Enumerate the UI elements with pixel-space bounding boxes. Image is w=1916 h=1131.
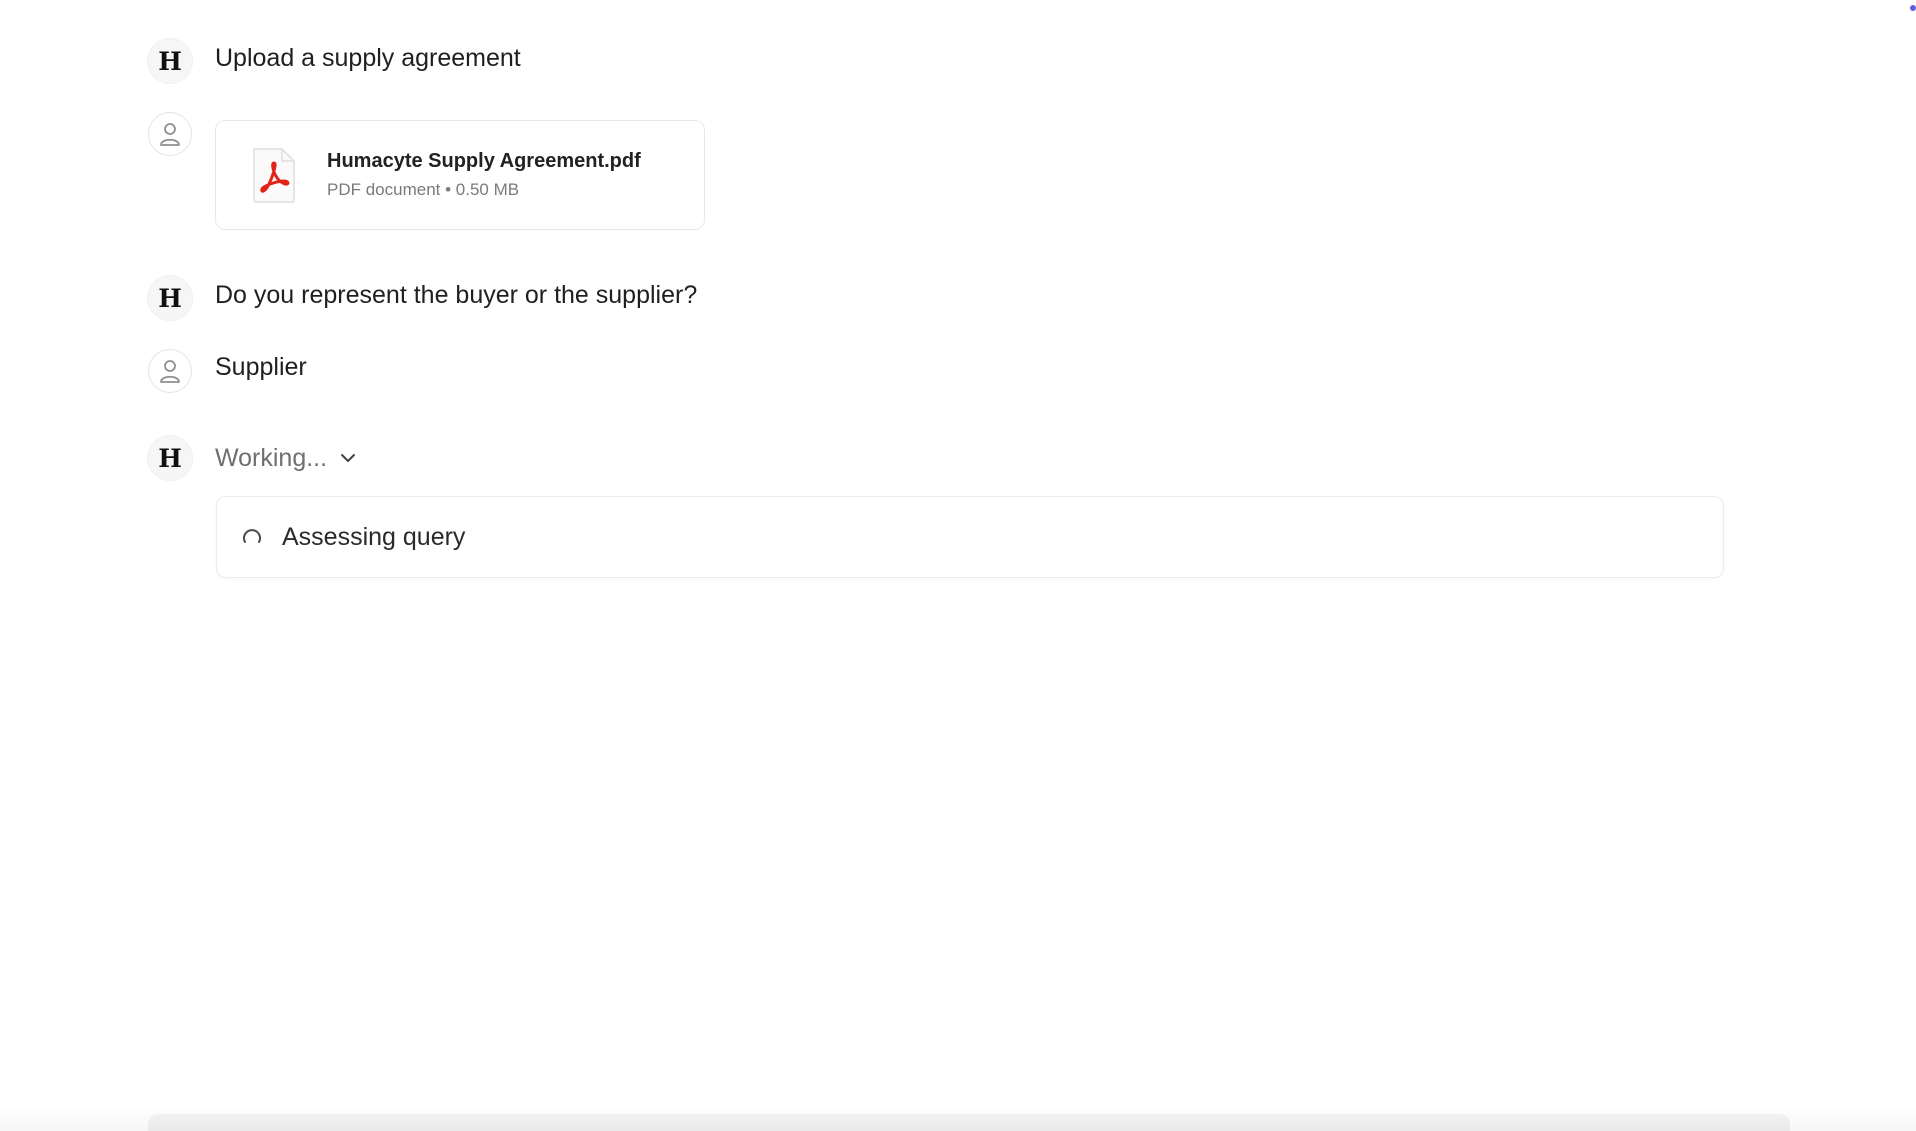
file-name: Humacyte Supply Agreement.pdf <box>327 150 641 172</box>
assistant-message: H Upload a supply agreement <box>148 39 521 83</box>
status-dot <box>1910 5 1916 11</box>
chat-page: H Upload a supply agreement Humacyte Sup… <box>0 0 1916 1131</box>
chevron-down-icon[interactable] <box>339 449 357 467</box>
assistant-message: H Working... <box>148 436 357 480</box>
assistant-avatar: H <box>148 39 192 83</box>
working-label: Working... <box>215 443 328 472</box>
user-message: Supplier <box>148 349 307 393</box>
assistant-avatar-letter: H <box>158 443 182 473</box>
assistant-message: H Do you represent the buyer or the supp… <box>148 276 697 320</box>
pdf-icon <box>253 148 295 203</box>
assistant-avatar-letter: H <box>158 283 182 313</box>
assistant-message-text: Do you represent the buyer or the suppli… <box>215 281 698 309</box>
user-message: Humacyte Supply Agreement.pdf PDF docume… <box>148 112 705 230</box>
file-meta: PDF document • 0.50 MB <box>327 180 520 199</box>
assistant-avatar: H <box>148 276 192 320</box>
user-avatar <box>148 349 192 393</box>
user-icon <box>160 123 180 146</box>
user-icon <box>160 360 180 383</box>
assistant-avatar: H <box>148 436 192 480</box>
status-card: Assessing query <box>216 496 1724 578</box>
file-attachment-card[interactable]: Humacyte Supply Agreement.pdf PDF docume… <box>215 120 705 230</box>
assistant-message-text: Upload a supply agreement <box>215 44 521 72</box>
assistant-avatar-letter: H <box>158 46 182 76</box>
user-avatar <box>148 112 192 156</box>
chat-input-bar[interactable] <box>148 1114 1790 1131</box>
user-message-text: Supplier <box>215 353 307 381</box>
status-text: Assessing query <box>282 522 466 551</box>
working-toggle[interactable]: Working... <box>215 441 357 475</box>
spinner-icon <box>243 529 261 543</box>
